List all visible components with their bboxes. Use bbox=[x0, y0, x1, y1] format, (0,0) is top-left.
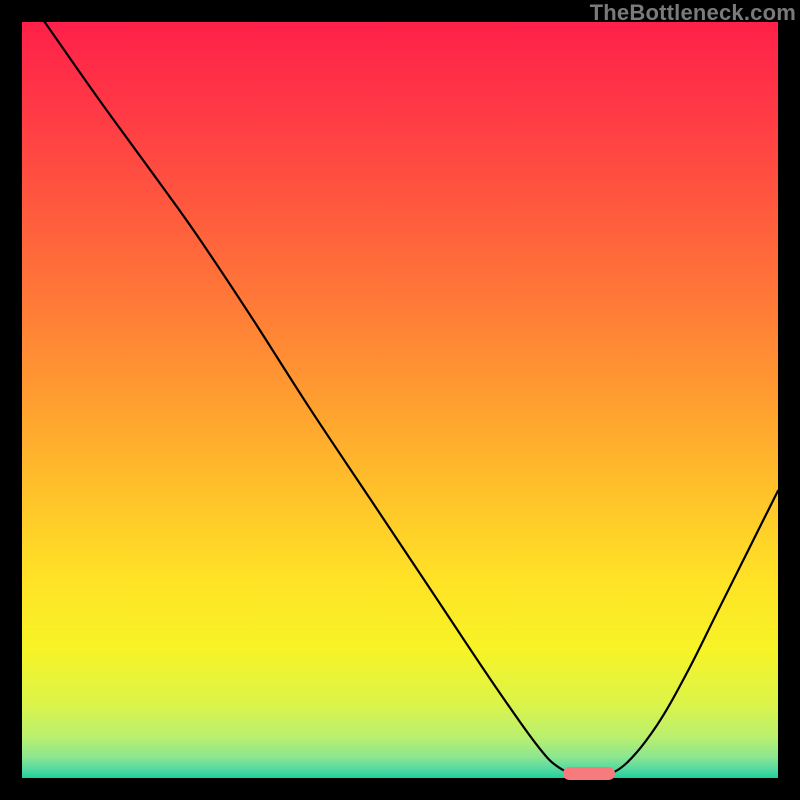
chart-frame bbox=[22, 22, 778, 778]
watermark-text: TheBottleneck.com bbox=[590, 0, 796, 26]
gradient-background bbox=[22, 22, 778, 778]
optimal-range-marker bbox=[563, 767, 616, 780]
